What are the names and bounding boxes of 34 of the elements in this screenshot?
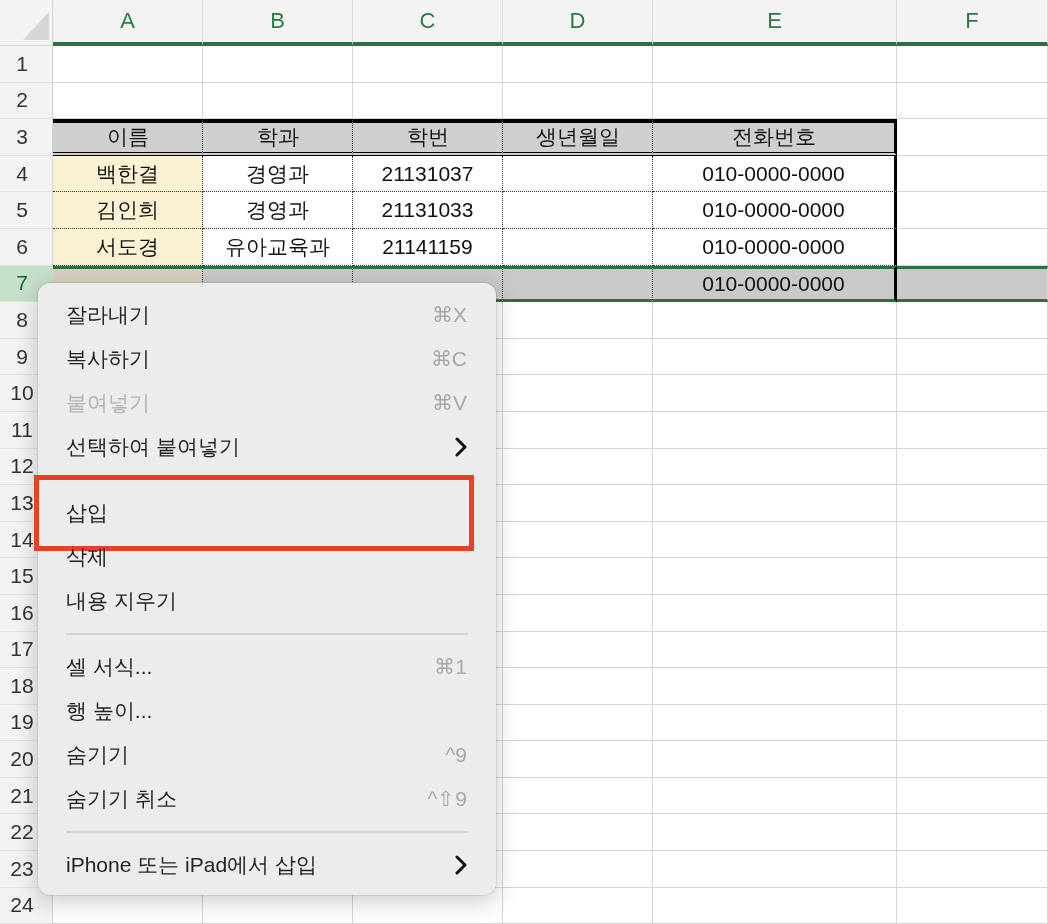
table-cell: 생년월일 [503, 119, 653, 156]
table-cell: 010-0000-0000 [653, 228, 897, 266]
row-header[interactable]: 5 [0, 192, 53, 229]
select-all-icon[interactable] [23, 12, 49, 40]
table-cell: 010-0000-0000 [653, 265, 897, 303]
table-cell: 백한결 [53, 155, 203, 193]
table-cell: 010-0000-0000 [653, 155, 897, 193]
row-header[interactable]: 3 [0, 119, 53, 156]
table-cell: 21131037 [353, 155, 503, 193]
row-header[interactable]: 1 [0, 46, 53, 83]
column-header[interactable]: C [353, 0, 503, 46]
row-header[interactable]: 4 [0, 155, 53, 193]
table-cell: 경영과 [203, 155, 353, 193]
column-header[interactable]: B [203, 0, 353, 46]
table-cell: 학번 [353, 119, 503, 156]
table-cell: 유아교육과 [203, 228, 353, 266]
column-header[interactable]: D [503, 0, 653, 46]
table-cell: 010-0000-0000 [653, 192, 897, 229]
chevron-right-icon [455, 437, 467, 457]
table-cell: 김인희 [53, 192, 203, 229]
column-header[interactable]: F [897, 0, 1048, 46]
row-header[interactable]: 6 [0, 228, 53, 266]
table-cell: 이름 [53, 119, 203, 156]
table-cell: 21131033 [353, 192, 503, 229]
table-cell: 서도경 [53, 228, 203, 266]
row-header[interactable]: 24 [0, 887, 53, 924]
column-header[interactable]: E [653, 0, 897, 46]
chevron-right-icon [455, 855, 467, 875]
table-cell: 학과 [203, 119, 353, 156]
column-header[interactable]: A [53, 0, 203, 46]
table-cell: 21141159 [353, 228, 503, 266]
table-cell: 경영과 [203, 192, 353, 229]
table-cell: 전화번호 [653, 119, 897, 156]
row-header[interactable]: 2 [0, 82, 53, 120]
